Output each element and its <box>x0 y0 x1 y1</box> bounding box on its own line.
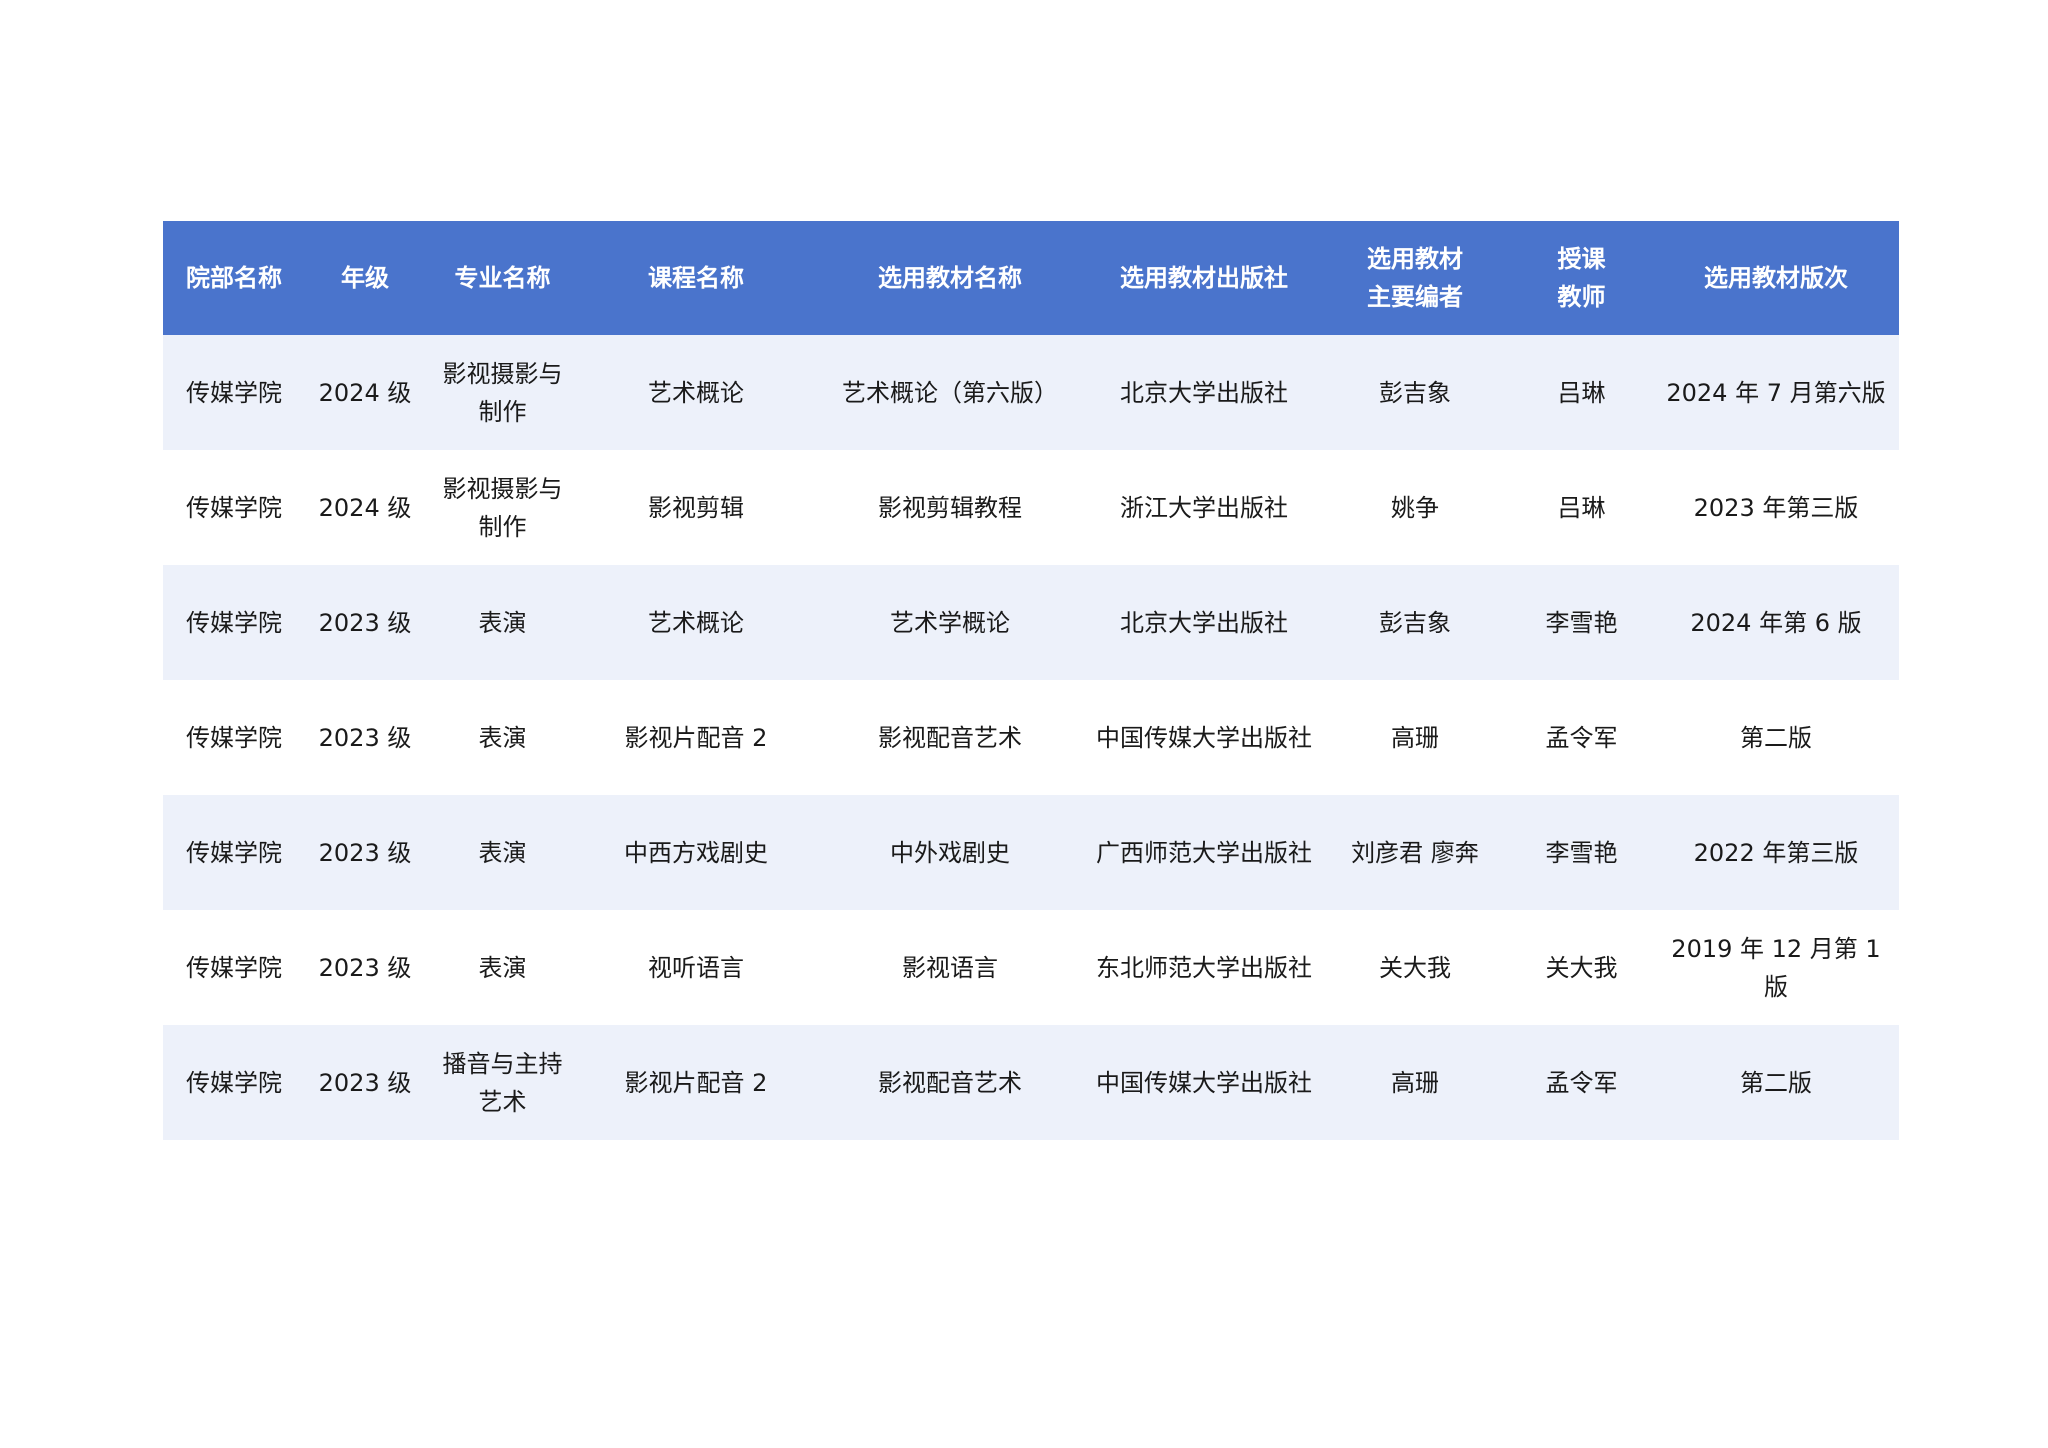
cell-major: 表演 <box>478 608 527 637</box>
cell-edition: 2019 年 12 月第 1 版 <box>1671 934 1881 1001</box>
table-header-row: 院部名称 年级 专业名称 课程名称 选用教材名称 选用教材出版社 选用教材 主要… <box>163 221 1899 335</box>
cell-textbook-name: 艺术概论（第六版） <box>842 378 1058 407</box>
cell-edition: 2023 年第三版 <box>1693 493 1859 522</box>
cell-department: 传媒学院 <box>186 1068 282 1097</box>
header-major: 专业名称 <box>454 264 551 292</box>
header-textbook-name: 选用教材名称 <box>878 264 1022 292</box>
cell-textbook-name: 艺术学概论 <box>890 608 1010 637</box>
table-row: 传媒学院 2023 级 表演 艺术概论 艺术学概论 北京大学出版社 彭吉象 李雪… <box>163 565 1899 680</box>
cell-editor: 姚争 <box>1391 493 1439 522</box>
table-row: 传媒学院 2023 级 表演 影视片配音 2 影视配音艺术 中国传媒大学出版社 … <box>163 680 1899 795</box>
header-teacher: 授课 教师 <box>1557 245 1606 311</box>
header-edition: 选用教材版次 <box>1704 264 1848 292</box>
cell-edition: 第二版 <box>1740 1068 1812 1097</box>
cell-major: 表演 <box>478 838 527 867</box>
cell-major: 播音与主持艺术 <box>442 1049 563 1116</box>
table-row: 传媒学院 2023 级 播音与主持艺术 影视片配音 2 影视配音艺术 中国传媒大… <box>163 1025 1899 1140</box>
cell-major: 表演 <box>478 953 527 982</box>
cell-teacher: 吕琳 <box>1557 493 1606 522</box>
cell-teacher: 关大我 <box>1545 953 1618 982</box>
cell-editor: 高珊 <box>1391 1068 1439 1097</box>
cell-grade: 2023 级 <box>318 953 412 982</box>
cell-department: 传媒学院 <box>186 953 282 982</box>
cell-course: 影视剪辑 <box>648 493 744 522</box>
cell-editor: 关大我 <box>1379 953 1451 982</box>
cell-teacher: 李雪艳 <box>1545 838 1618 867</box>
cell-textbook-name: 影视语言 <box>902 953 998 982</box>
cell-grade: 2024 级 <box>318 378 412 407</box>
cell-edition: 第二版 <box>1740 723 1812 752</box>
table-row: 传媒学院 2024 级 影视摄影与制作 影视剪辑 影视剪辑教程 浙江大学出版社 … <box>163 450 1899 565</box>
table-row: 传媒学院 2023 级 表演 中西方戏剧史 中外戏剧史 广西师范大学出版社 刘彦… <box>163 795 1899 910</box>
cell-teacher: 孟令军 <box>1545 723 1618 752</box>
cell-course: 艺术概论 <box>648 378 744 407</box>
cell-course: 视听语言 <box>648 953 744 982</box>
cell-publisher: 中国传媒大学出版社 <box>1096 723 1312 752</box>
cell-teacher: 孟令军 <box>1545 1068 1618 1097</box>
cell-editor: 彭吉象 <box>1379 608 1451 637</box>
header-department: 院部名称 <box>186 264 282 292</box>
cell-department: 传媒学院 <box>186 378 282 407</box>
cell-department: 传媒学院 <box>186 493 282 522</box>
cell-textbook-name: 影视配音艺术 <box>878 723 1022 752</box>
header-course: 课程名称 <box>648 264 744 292</box>
cell-grade: 2024 级 <box>318 493 412 522</box>
cell-edition: 2024 年 7 月第六版 <box>1666 378 1886 407</box>
cell-edition: 2024 年第 6 版 <box>1690 608 1862 637</box>
cell-textbook-name: 影视配音艺术 <box>878 1068 1022 1097</box>
cell-course: 影视片配音 2 <box>624 723 768 752</box>
cell-editor: 高珊 <box>1391 723 1439 752</box>
cell-editor: 刘彦君 廖奔 <box>1351 838 1479 867</box>
header-editor: 选用教材 主要编者 <box>1367 245 1463 311</box>
cell-textbook-name: 中外戏剧史 <box>890 838 1010 867</box>
cell-teacher: 吕琳 <box>1557 378 1606 407</box>
cell-edition: 2022 年第三版 <box>1693 838 1859 867</box>
table-row: 传媒学院 2023 级 表演 视听语言 影视语言 东北师范大学出版社 关大我 关… <box>163 910 1899 1025</box>
cell-grade: 2023 级 <box>318 608 412 637</box>
cell-department: 传媒学院 <box>186 608 282 637</box>
cell-publisher: 东北师范大学出版社 <box>1096 953 1312 982</box>
cell-major: 影视摄影与制作 <box>442 474 563 541</box>
cell-course: 艺术概论 <box>648 608 744 637</box>
cell-textbook-name: 影视剪辑教程 <box>878 493 1022 522</box>
cell-course: 中西方戏剧史 <box>624 838 768 867</box>
cell-grade: 2023 级 <box>318 1068 412 1097</box>
cell-department: 传媒学院 <box>186 723 282 752</box>
cell-teacher: 李雪艳 <box>1545 608 1618 637</box>
cell-editor: 彭吉象 <box>1379 378 1451 407</box>
cell-grade: 2023 级 <box>318 723 412 752</box>
cell-major: 影视摄影与制作 <box>442 359 563 426</box>
cell-publisher: 中国传媒大学出版社 <box>1096 1068 1312 1097</box>
cell-publisher: 北京大学出版社 <box>1120 378 1288 407</box>
cell-course: 影视片配音 2 <box>624 1068 768 1097</box>
cell-grade: 2023 级 <box>318 838 412 867</box>
cell-major: 表演 <box>478 723 527 752</box>
header-grade: 年级 <box>341 264 389 292</box>
cell-publisher: 北京大学出版社 <box>1120 608 1288 637</box>
table-row: 传媒学院 2024 级 影视摄影与制作 艺术概论 艺术概论（第六版） 北京大学出… <box>163 335 1899 450</box>
textbook-selection-table: 院部名称 年级 专业名称 课程名称 选用教材名称 选用教材出版社 选用教材 主要… <box>163 221 1899 1140</box>
header-publisher: 选用教材出版社 <box>1120 264 1288 292</box>
cell-publisher: 广西师范大学出版社 <box>1096 838 1312 867</box>
cell-department: 传媒学院 <box>186 838 282 867</box>
cell-publisher: 浙江大学出版社 <box>1120 493 1288 522</box>
document-page: 院部名称 年级 专业名称 课程名称 选用教材名称 选用教材出版社 选用教材 主要… <box>0 0 2048 1448</box>
